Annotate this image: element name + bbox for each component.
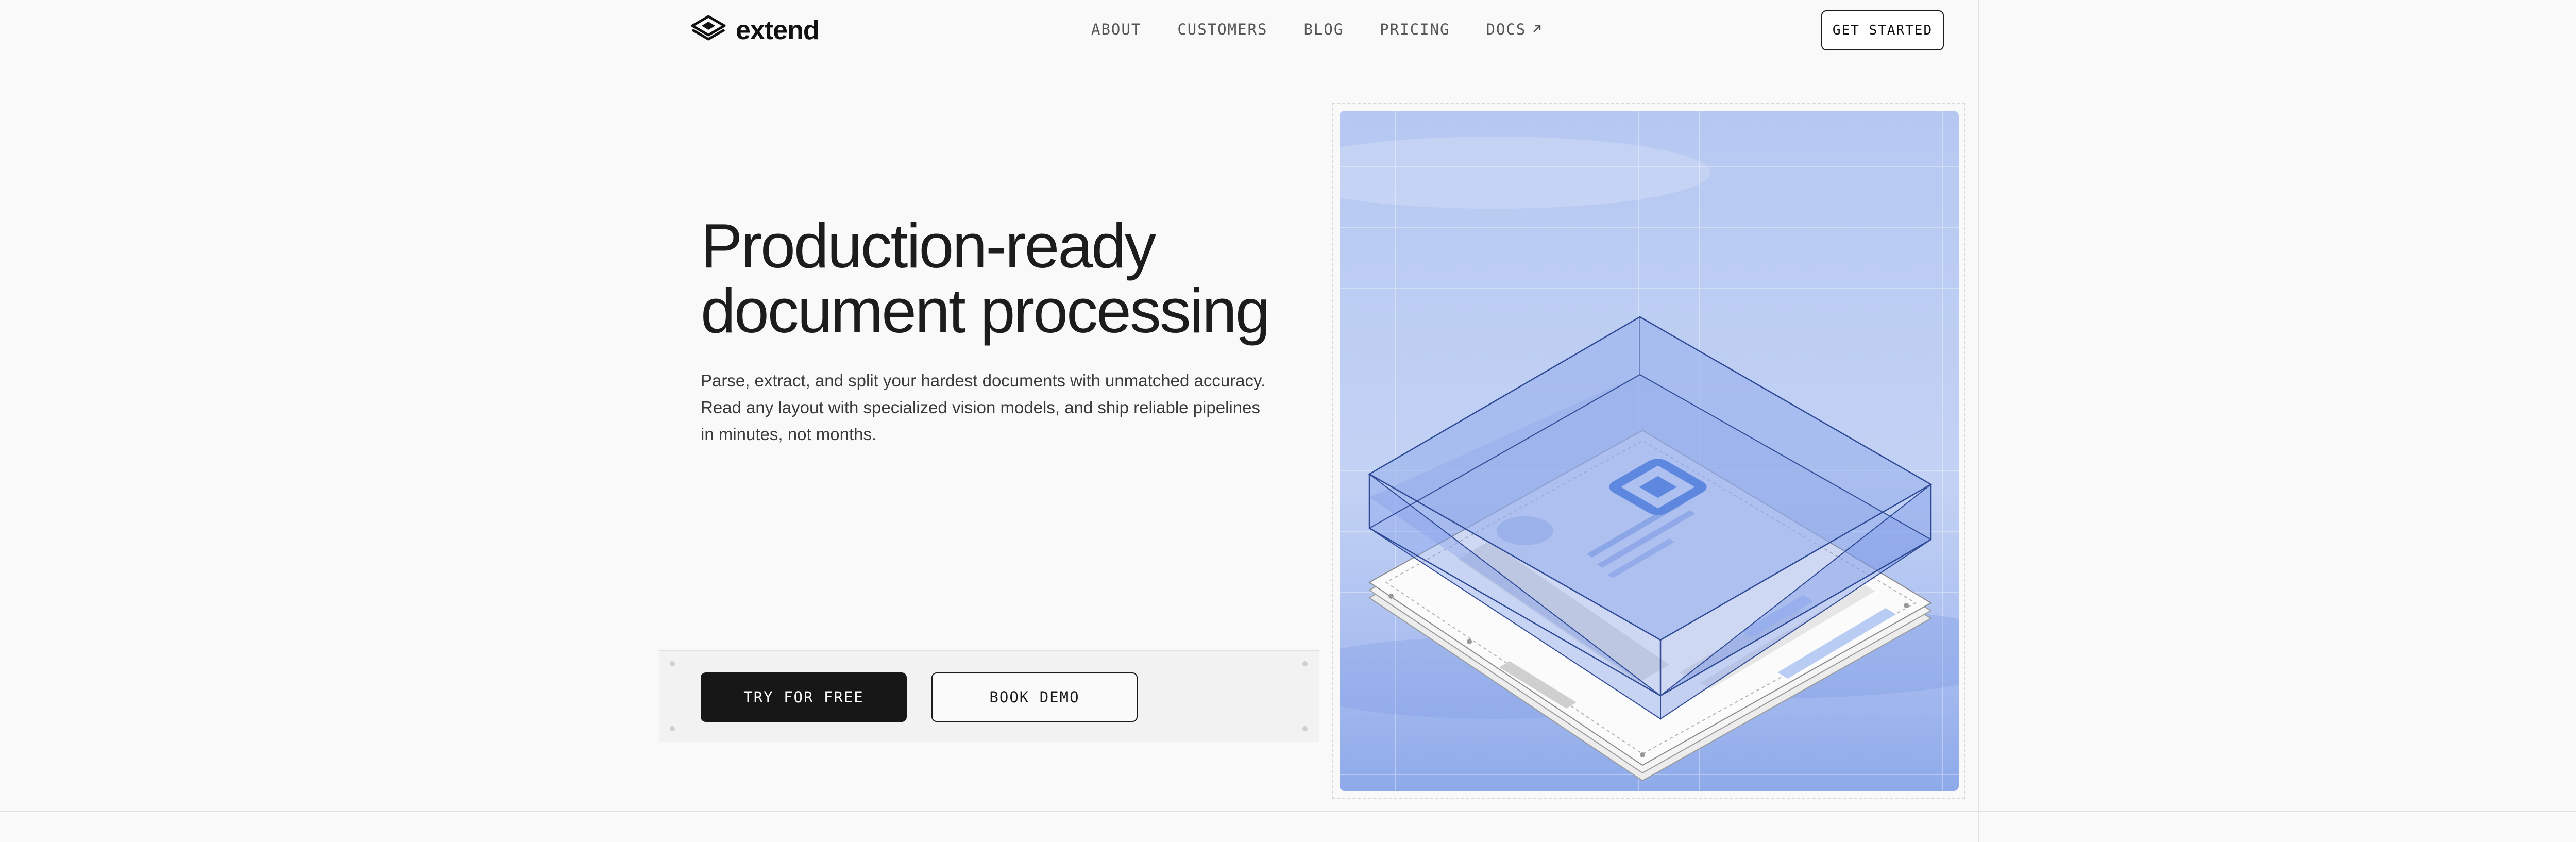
hero-subtitle: Parse, extract, and split your hardest d…: [701, 371, 1266, 444]
arrow-up-right-icon: [1531, 21, 1543, 38]
corner-dot: [1302, 726, 1308, 731]
grid-line: [1978, 0, 1979, 842]
grid-line: [0, 811, 2576, 812]
brand-name: extend: [736, 15, 820, 45]
brand-logo[interactable]: extend: [690, 14, 820, 46]
nav-item-blog[interactable]: BLOG: [1303, 21, 1344, 38]
main-nav: ABOUT CUSTOMERS BLOG PRICING DOCS: [1091, 21, 1579, 38]
nav-item-pricing[interactable]: PRICING: [1380, 21, 1450, 38]
hero-illustration: [1340, 111, 1959, 791]
try-for-free-button[interactable]: TRY FOR FREE: [701, 672, 907, 722]
site-header: extend ABOUT CUSTOMERS BLOG PRICING DOCS…: [659, 0, 1978, 65]
nav-item-customers[interactable]: CUSTOMERS: [1177, 21, 1267, 38]
corner-dot: [670, 726, 675, 731]
corner-dot: [670, 661, 675, 666]
get-started-button[interactable]: GET STARTED: [1821, 10, 1944, 50]
cta-band: TRY FOR FREE BOOK DEMO: [659, 650, 1319, 742]
corner-dot: [1302, 661, 1308, 666]
nav-item-docs[interactable]: DOCS: [1486, 21, 1543, 38]
layered-diamond-logo-icon: [690, 14, 726, 46]
nav-item-about[interactable]: ABOUT: [1091, 21, 1141, 38]
hero-title: Production-ready document processing: [701, 211, 1270, 346]
book-demo-button[interactable]: BOOK DEMO: [931, 672, 1138, 722]
